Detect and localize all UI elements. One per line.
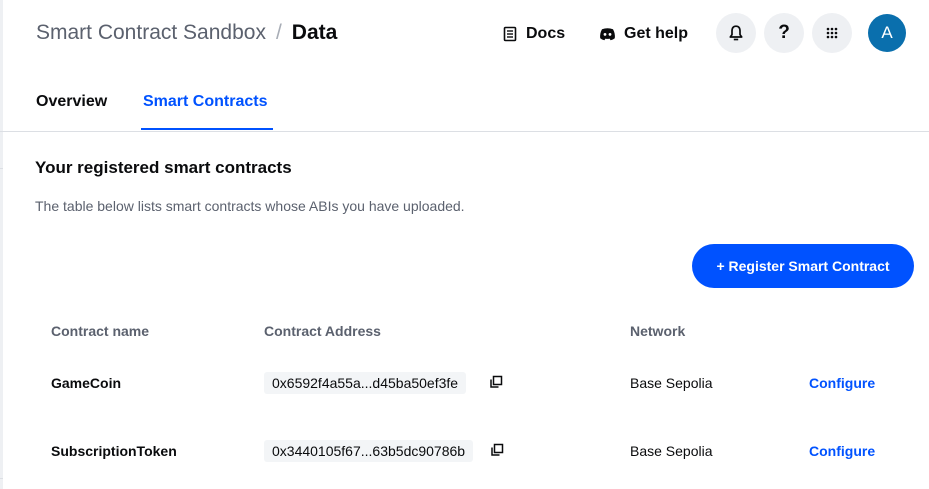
contract-name: GameCoin [51,375,122,391]
register-smart-contract-button[interactable]: + Register Smart Contract [692,244,914,288]
get-help-label: Get help [624,25,689,42]
contract-address: 0x6592f4a55a...d45ba50ef3fe [264,372,467,394]
network: Base Sepolia [630,375,713,391]
section-description: The table below lists smart contracts wh… [35,198,465,214]
breadcrumb-root[interactable]: Smart Contract Sandbox [36,21,266,44]
divider [0,168,3,169]
contract-name: SubscriptionToken [51,443,177,459]
section-title: Your registered smart contracts [35,158,292,177]
get-help-link[interactable]: Get help [599,22,688,46]
tab-bar: Overview Smart Contracts [0,66,929,132]
docs-label: Docs [526,25,566,42]
copy-icon[interactable] [490,443,504,457]
breadcrumb-current: Data [291,21,338,44]
column-header-contract-address: Contract Address [264,323,381,339]
divider [0,478,3,479]
divider [0,131,929,132]
table-row: GameCoin 0x6592f4a55a...d45ba50ef3fe Bas… [0,371,929,395]
top-header: Smart Contract Sandbox / Data Docs Get hel… [0,0,929,66]
table-row: SubscriptionToken 0x3440105f67...63b5dc9… [0,439,929,463]
network: Base Sepolia [630,443,713,459]
apps-button[interactable] [812,13,852,53]
breadcrumb-separator: / [275,21,282,44]
configure-link[interactable]: Configure [809,375,875,391]
discord-icon [600,28,615,41]
notifications-button[interactable] [716,13,756,53]
grid-icon [826,27,838,39]
tab-smart-contracts[interactable]: Smart Contracts [143,93,267,111]
column-header-network: Network [630,323,686,339]
configure-link[interactable]: Configure [809,443,875,459]
copy-icon[interactable] [489,375,503,389]
docs-link[interactable]: Docs [502,22,565,46]
breadcrumb: Smart Contract Sandbox / Data [36,20,337,46]
active-tab-indicator [141,128,273,130]
question-icon: ? [778,22,790,43]
contract-address: 0x3440105f67...63b5dc90786b [264,440,474,462]
page: Smart Contract Sandbox / Data Docs Get hel… [0,0,929,489]
bell-icon [729,25,743,41]
column-header-contract-name: Contract name [51,323,150,339]
document-icon [503,26,517,42]
tab-overview[interactable]: Overview [36,93,107,111]
avatar[interactable]: A [868,14,906,52]
help-button[interactable]: ? [764,13,804,53]
